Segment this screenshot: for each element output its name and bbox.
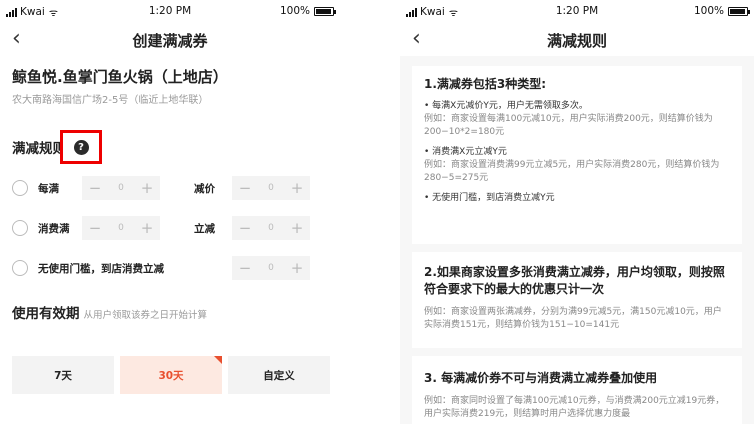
minus-button[interactable]: − (232, 216, 258, 240)
nav-bar: ‹ 创建满减券 (0, 22, 340, 56)
stepper-value[interactable]: 0 (258, 216, 284, 240)
rule-type-bullet: • 每满X元减价Y元，用户无需领取多次。 (424, 101, 588, 111)
coupon-rules-screen: Kwai ᯤ 1:20 PM 100% ‹ 满减规则 1.满减券包括3种类型: … (400, 0, 754, 424)
rule-row-no-threshold: 无使用门槛，到店消费立减 − 0 + (0, 248, 340, 288)
validity-label: 使用有效期 (12, 306, 80, 322)
rules-list: 每满 − 0 + 减价 − 0 + 消费满 − 0 + 立减 − 0 + 无使用… (0, 168, 340, 288)
rule-type-example: 例如：商家设置消费满99元立减5元，用户实际消费280元，则结算价钱为280−5… (424, 160, 720, 183)
rule-section-types: 1.满减券包括3种类型: • 每满X元减价Y元，用户无需领取多次。 例如：商家设… (412, 66, 742, 244)
rule-radio[interactable] (12, 260, 28, 276)
rules-label: 满减规则 (12, 141, 66, 157)
validity-option-30-days[interactable]: 30天 (120, 356, 222, 394)
stepper-value[interactable]: 0 (258, 256, 284, 280)
battery-percent: 100% (693, 5, 724, 17)
battery-fill (316, 8, 332, 14)
rule-row-spend-threshold: 消费满 − 0 + 立减 − 0 + (0, 208, 340, 248)
minus-button[interactable]: − (232, 176, 258, 200)
plus-button[interactable]: + (284, 176, 310, 200)
create-coupon-screen: Kwai ᯤ 1:20 PM 100% ‹ 创建满减券 鲸鱼悦.鱼掌门鱼火锅（上… (0, 0, 340, 424)
discount-label: 立减 (194, 222, 215, 235)
threshold-stepper: − 0 + (82, 216, 160, 240)
validity-header: 使用有效期 从用户领取该券之日开始计算 (0, 302, 340, 322)
screen-divider (340, 0, 400, 424)
threshold-stepper: − 0 + (82, 176, 160, 200)
battery-fill (730, 8, 746, 14)
battery-icon (728, 6, 750, 16)
section-heading: 2.如果商家设置多张消费满立减券，用户均领取，则按照符合要求下的最大的优惠只计一… (424, 265, 725, 296)
page-title: 满减规则 (546, 32, 607, 50)
validity-option-7-days[interactable]: 7天 (12, 356, 114, 394)
rule-radio[interactable] (12, 220, 28, 236)
store-name: 鲸鱼悦.鱼掌门鱼火锅（上地店） (12, 68, 228, 86)
plus-button[interactable]: + (134, 176, 160, 200)
discount-label: 减价 (194, 182, 215, 195)
validity-options: 7天 30天 自定义 (12, 356, 330, 394)
rule-section-no-stacking: 3. 每满减价券不可与消费满立减券叠加使用 例如：商家同时设置了每满100元减1… (412, 356, 742, 424)
rules-header: 满减规则 ? (0, 130, 340, 164)
rule-label: 无使用门槛，到店消费立减 (38, 262, 164, 275)
discount-stepper: − 0 + (232, 176, 310, 200)
battery-percent: 100% (279, 5, 310, 17)
rule-radio[interactable] (12, 180, 28, 196)
page-title: 创建满减券 (132, 32, 208, 50)
stepper-value[interactable]: 0 (108, 176, 134, 200)
plus-button[interactable]: + (284, 216, 310, 240)
section-example: 例如：商家同时设置了每满100元减10元券，与消费满200元立减19元券，用户实… (424, 396, 725, 419)
rule-section-multiple-coupons: 2.如果商家设置多张消费满立减券，用户均领取，则按照符合要求下的最大的优惠只计一… (412, 252, 742, 348)
status-bar: Kwai ᯤ 1:20 PM 100% (0, 0, 340, 22)
validity-option-custom[interactable]: 自定义 (228, 356, 330, 394)
help-highlight-box[interactable]: ? (60, 130, 102, 164)
rule-type-example: 例如：商家设置每满100元减10元，用户实际消费200元，则结算价钱为200−1… (424, 114, 713, 137)
store-address: 农大南路海国信广场2-5号（临近上地华联） (12, 95, 209, 106)
plus-button[interactable]: + (134, 216, 160, 240)
plus-button[interactable]: + (284, 256, 310, 280)
battery-icon (314, 6, 336, 16)
nav-bar: ‹ 满减规则 (400, 22, 754, 56)
section-heading: 1.满减券包括3种类型: (424, 77, 547, 91)
rule-type-bullet: • 消费满X元立减Y元 (424, 147, 507, 157)
stepper-value[interactable]: 0 (108, 216, 134, 240)
minus-button[interactable]: − (82, 176, 108, 200)
rule-row-per-amount: 每满 − 0 + 减价 − 0 + (0, 168, 340, 208)
status-bar: Kwai ᯤ 1:20 PM 100% (400, 0, 754, 22)
rule-type-bullet: • 无使用门槛，到店消费立减Y元 (424, 193, 555, 203)
discount-stepper: − 0 + (232, 256, 310, 280)
stepper-value[interactable]: 0 (258, 176, 284, 200)
minus-button[interactable]: − (82, 216, 108, 240)
minus-button[interactable]: − (232, 256, 258, 280)
section-example: 例如：商家设置两张满减券，分别为满99元减5元，满150元减10元，用户实际消费… (424, 307, 722, 330)
validity-hint: 从用户领取该券之日开始计算 (83, 310, 208, 321)
rule-label: 每满 (38, 182, 59, 195)
question-mark-icon[interactable]: ? (73, 139, 89, 155)
discount-stepper: − 0 + (232, 216, 310, 240)
store-info: 鲸鱼悦.鱼掌门鱼火锅（上地店） 农大南路海国信广场2-5号（临近上地华联） (0, 66, 340, 106)
section-heading: 3. 每满减价券不可与消费满立减券叠加使用 (424, 371, 658, 385)
rule-label: 消费满 (38, 222, 70, 235)
